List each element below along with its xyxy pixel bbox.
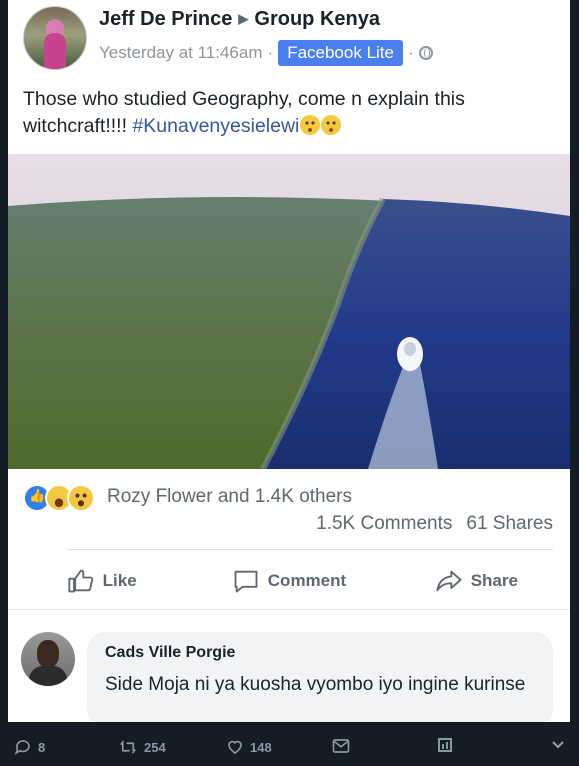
retweet-count: 254 xyxy=(144,739,166,755)
post-timestamp[interactable]: Yesterday at 11:46am xyxy=(99,43,263,63)
reply-count: 8 xyxy=(38,739,46,755)
retweet-button[interactable]: 254 xyxy=(118,738,166,756)
retweet-icon xyxy=(120,740,136,754)
comment-button[interactable]: Comment xyxy=(195,560,382,602)
globe-icon xyxy=(418,46,433,60)
worried-face-emoji-icon xyxy=(321,115,342,135)
worried-face-emoji-icon xyxy=(300,115,321,135)
envelope-icon xyxy=(332,739,350,753)
triangle-right-icon: ▶ xyxy=(238,11,249,26)
post-photo[interactable] xyxy=(8,154,570,469)
reactions-summary[interactable]: Rozy Flower and 1.4K others xyxy=(107,486,352,508)
tweet-action-bar: 8 254 148 xyxy=(0,726,579,766)
facebook-post-card: Jeff De Prince ▶ Group Kenya Yesterday at … xyxy=(8,0,570,722)
like-label: Like xyxy=(102,571,137,590)
thumbs-up-icon xyxy=(68,569,93,593)
post-meta: Yesterday at 11:46am · Facebook Lite · xyxy=(99,40,433,66)
post-header: Jeff De Prince ▶ Group Kenya xyxy=(99,8,380,31)
like-button[interactable]: Like xyxy=(8,560,195,602)
comment-bubble: Cads Ville Porgie Side Moja ni ya kuosha… xyxy=(87,632,553,722)
chevron-down-icon xyxy=(552,741,564,749)
more-options-button[interactable] xyxy=(551,738,571,752)
reply-button[interactable]: 8 xyxy=(14,738,45,756)
engagement-counts: 1.5K Comments 61 Shares xyxy=(316,513,553,535)
comment-text: Side Moja ni ya kuosha vyombo iyo ingine… xyxy=(105,674,526,695)
analytics-button[interactable] xyxy=(438,738,458,752)
direct-message-button[interactable] xyxy=(332,738,356,754)
comment-label: Comment xyxy=(267,571,347,590)
heart-icon xyxy=(228,740,242,754)
comment-bubble-icon xyxy=(234,570,258,593)
commenter-avatar[interactable] xyxy=(21,632,75,686)
author-name[interactable]: Jeff De Prince xyxy=(99,8,232,30)
share-arrow-icon xyxy=(436,570,462,592)
commenter-name[interactable]: Cads Ville Porgie xyxy=(105,644,235,662)
comments-count[interactable]: 1.5K Comments xyxy=(316,513,452,534)
post-actions: Like Comment Share xyxy=(8,560,570,602)
analytics-icon xyxy=(438,738,452,752)
shares-count[interactable]: 61 Shares xyxy=(466,513,553,534)
share-label: Share xyxy=(470,571,518,590)
post-text: Those who studied Geography, come n expl… xyxy=(23,86,553,140)
divider xyxy=(8,609,570,610)
author-avatar[interactable] xyxy=(23,6,87,70)
ocean-photo-graphic xyxy=(8,154,570,469)
reaction-icons[interactable] xyxy=(23,484,95,512)
share-button[interactable]: Share xyxy=(383,560,570,602)
meta-separator-2: · xyxy=(407,43,414,62)
hashtag-link[interactable]: #Kunavenyesielewi xyxy=(132,115,299,137)
divider xyxy=(68,549,553,550)
like-tweet-count: 148 xyxy=(250,739,272,755)
like-tweet-button[interactable]: 148 xyxy=(226,738,272,756)
meta-separator: · xyxy=(267,43,274,62)
wow-reaction-icon xyxy=(67,484,95,512)
reply-icon xyxy=(14,740,30,755)
facebook-lite-badge[interactable]: Facebook Lite xyxy=(278,40,403,66)
group-name[interactable]: Group Kenya xyxy=(254,8,380,30)
